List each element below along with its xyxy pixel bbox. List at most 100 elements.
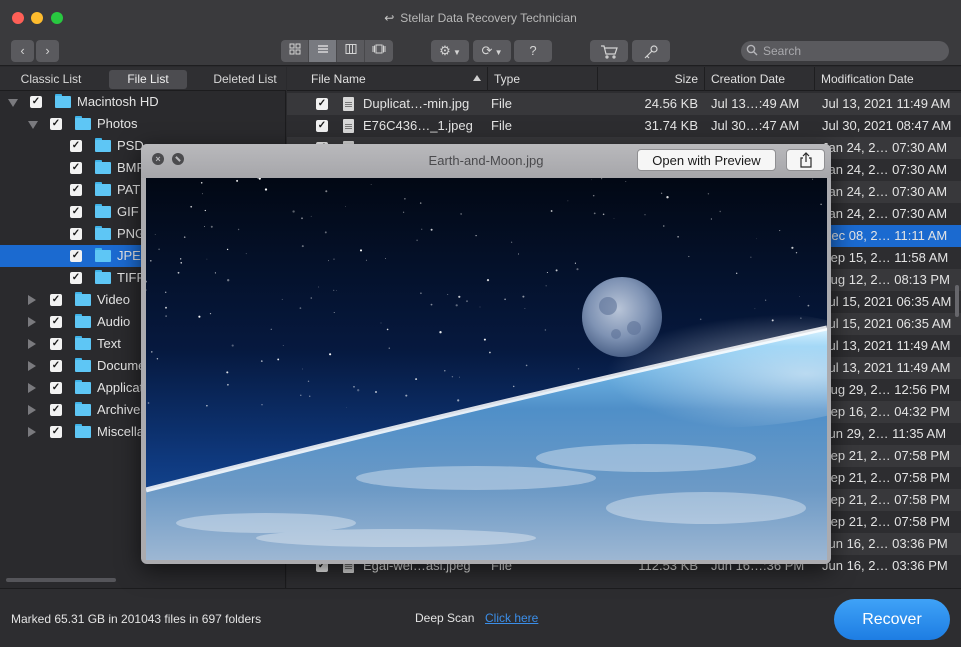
- quick-look-fullscreen-button[interactable]: [172, 153, 184, 165]
- tree-item[interactable]: ✓ Photos: [0, 113, 286, 135]
- cell-modification-date: Sep 21, 2… 07:58 PM: [822, 470, 950, 485]
- tree-item-checkbox[interactable]: ✓: [50, 404, 62, 416]
- marked-status: Marked 65.31 GB in 201043 files in 697 f…: [11, 612, 262, 626]
- disclosure-collapsed-icon[interactable]: [28, 427, 36, 437]
- table-row[interactable]: ✓ E76C436…_1.jpeg File 31.74 KB Jul 30…:47 A…: [287, 115, 961, 137]
- folder-icon: [95, 138, 111, 152]
- folder-icon: [75, 380, 91, 394]
- tree-item-checkbox[interactable]: ✓: [50, 338, 62, 350]
- disclosure-collapsed-icon[interactable]: [28, 405, 36, 415]
- disclosure-expanded-icon[interactable]: [8, 99, 18, 107]
- cell-file-name: E76C436…_1.jpeg: [363, 118, 473, 133]
- cell-modification-date: Sep 15, 2… 11:58 AM: [822, 250, 949, 265]
- cell-modification-date: Jan 24, 2… 07:30 AM: [822, 162, 948, 177]
- buy-button[interactable]: [590, 40, 628, 62]
- tree-item-checkbox[interactable]: ✓: [70, 184, 82, 196]
- tree-item-checkbox[interactable]: ✓: [50, 382, 62, 394]
- tree-item[interactable]: ✓ Macintosh HD: [0, 91, 286, 113]
- tree-item-checkbox[interactable]: ✓: [50, 294, 62, 306]
- settings-button[interactable]: ⚙ ▼: [431, 40, 469, 62]
- cover-flow-button[interactable]: [365, 40, 393, 62]
- cover-flow-icon: [372, 44, 386, 54]
- tree-item-checkbox[interactable]: ✓: [70, 272, 82, 284]
- search-icon: [746, 44, 758, 56]
- forward-button[interactable]: ›: [36, 40, 59, 62]
- tree-item-checkbox[interactable]: ✓: [70, 228, 82, 240]
- chevron-down-icon: ▼: [492, 48, 503, 57]
- disclosure-collapsed-icon[interactable]: [28, 361, 36, 371]
- gear-icon: ⚙: [439, 43, 451, 58]
- tab-classic-list[interactable]: Classic List: [8, 70, 94, 89]
- tree-item-checkbox[interactable]: ✓: [50, 118, 62, 130]
- deep-scan-link[interactable]: Click here: [485, 611, 538, 625]
- history-button[interactable]: ⟳ ▼: [473, 40, 511, 62]
- tree-item-checkbox[interactable]: ✓: [70, 162, 82, 174]
- search-box: [741, 41, 949, 61]
- column-header-modification-date[interactable]: Modification Date: [815, 67, 961, 91]
- vertical-scrollbar[interactable]: [955, 285, 959, 317]
- help-button[interactable]: ?: [514, 40, 552, 62]
- column-view-button[interactable]: [337, 40, 365, 62]
- folder-icon: [75, 424, 91, 438]
- column-header-size[interactable]: Size: [598, 67, 705, 91]
- tree-item-checkbox[interactable]: ✓: [50, 360, 62, 372]
- column-header-type[interactable]: Type: [488, 67, 598, 91]
- icon-view-button[interactable]: [281, 40, 309, 62]
- cell-modification-date: Sep 21, 2… 07:58 PM: [822, 448, 950, 463]
- tree-item-checkbox[interactable]: ✓: [30, 96, 42, 108]
- cell-modification-date: Aug 29, 2… 12:56 PM: [822, 382, 950, 397]
- column-header-creation-date[interactable]: Creation Date: [705, 67, 815, 91]
- list-view-button[interactable]: [309, 40, 337, 62]
- row-checkbox[interactable]: ✓: [316, 120, 328, 132]
- quick-look-close-button[interactable]: ×: [152, 153, 164, 165]
- disclosure-collapsed-icon[interactable]: [28, 339, 36, 349]
- horizontal-scrollbar[interactable]: [6, 578, 116, 582]
- columns-icon: [345, 44, 356, 54]
- disclosure-expanded-icon[interactable]: [28, 121, 38, 129]
- disclosure-collapsed-icon[interactable]: [28, 383, 36, 393]
- activate-button[interactable]: [632, 40, 670, 62]
- cell-modification-date: Jul 13, 2021 11:49 AM: [822, 96, 951, 111]
- help-icon: ?: [529, 43, 537, 58]
- tree-item-checkbox[interactable]: ✓: [70, 206, 82, 218]
- sort-ascending-icon: [473, 75, 481, 81]
- folder-icon: [75, 402, 91, 416]
- table-row[interactable]: ✓ Duplicat…-min.jpg File 24.56 KB Jul 13…:49…: [287, 93, 961, 115]
- share-button[interactable]: [786, 149, 825, 171]
- app-window: ↩ Stellar Data Recovery Technician ‹ › ⚙…: [0, 0, 961, 647]
- tree-item-checkbox[interactable]: ✓: [70, 250, 82, 262]
- cell-type: File: [491, 96, 512, 111]
- folder-icon: [75, 358, 91, 372]
- cell-size: 24.56 KB: [644, 96, 699, 111]
- tree-item-label: GIF: [117, 204, 139, 219]
- open-with-preview-button[interactable]: Open with Preview: [637, 149, 776, 171]
- folder-icon: [95, 270, 111, 284]
- cell-modification-date: Jan 24, 2… 07:30 AM: [822, 184, 948, 199]
- search-input[interactable]: [763, 42, 943, 60]
- tree-item-checkbox[interactable]: ✓: [50, 316, 62, 328]
- tree-item-checkbox[interactable]: ✓: [50, 426, 62, 438]
- recover-button[interactable]: Recover: [834, 599, 950, 640]
- tab-deleted-list[interactable]: Deleted List: [203, 70, 287, 89]
- app-logo-icon: ↩: [384, 11, 395, 25]
- cell-modification-date: Sep 21, 2… 07:58 PM: [822, 492, 950, 507]
- tree-item-label: Text: [97, 336, 121, 351]
- disclosure-collapsed-icon[interactable]: [28, 317, 36, 327]
- share-icon: [799, 152, 812, 168]
- folder-icon: [95, 226, 111, 240]
- column-header-file-name[interactable]: File Name: [287, 67, 488, 91]
- tree-item-checkbox[interactable]: ✓: [70, 140, 82, 152]
- disclosure-collapsed-icon[interactable]: [28, 295, 36, 305]
- chevron-right-icon: ›: [45, 43, 50, 58]
- row-checkbox[interactable]: ✓: [316, 98, 328, 110]
- folder-icon: [75, 292, 91, 306]
- tab-file-list[interactable]: File List: [109, 70, 187, 89]
- quick-look-toolbar: × Earth-and-Moon.jpg Open with Preview: [141, 144, 831, 178]
- tree-item-label: Macintosh HD: [77, 94, 159, 109]
- back-button[interactable]: ‹: [11, 40, 34, 62]
- folder-icon: [95, 204, 111, 218]
- cell-modification-date: Jun 29, 2… 11:35 AM: [822, 426, 947, 441]
- cart-icon: [601, 44, 618, 59]
- cell-size: 31.74 KB: [644, 118, 699, 133]
- folder-icon: [95, 160, 111, 174]
